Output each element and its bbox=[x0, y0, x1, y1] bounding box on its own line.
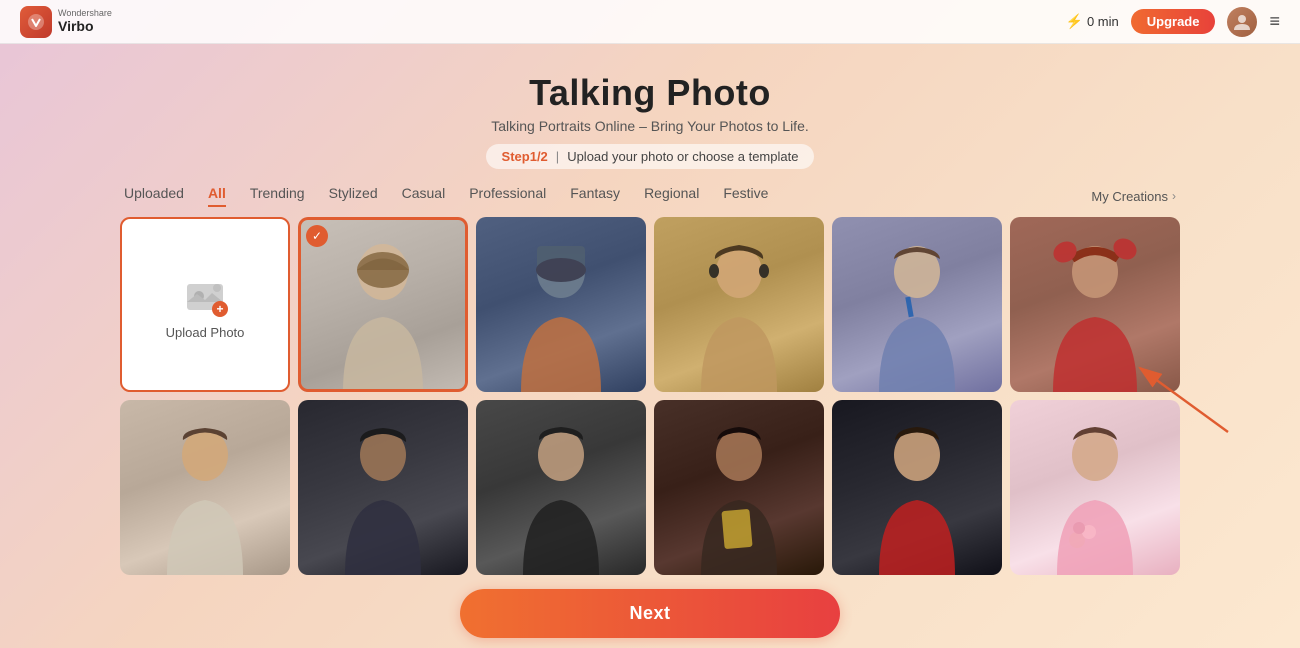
coin-count: 0 min bbox=[1087, 14, 1119, 29]
photo-item-6[interactable] bbox=[120, 400, 290, 575]
my-creations-label: My Creations bbox=[1091, 189, 1168, 204]
step-description: Upload your photo or choose a template bbox=[567, 149, 798, 164]
tab-uploaded[interactable]: Uploaded bbox=[124, 185, 184, 207]
next-button-wrapper: Next bbox=[120, 589, 1180, 638]
photo-item-10[interactable] bbox=[832, 400, 1002, 575]
page-title: Talking Photo bbox=[529, 72, 771, 114]
tab-stylized[interactable]: Stylized bbox=[329, 185, 378, 207]
logo-area: Wondershare Virbo bbox=[20, 6, 112, 38]
photo-item-5[interactable] bbox=[1010, 217, 1180, 392]
upload-label: Upload Photo bbox=[166, 325, 245, 340]
selected-check-icon: ✓ bbox=[306, 225, 328, 247]
tab-fantasy[interactable]: Fantasy bbox=[570, 185, 620, 207]
coin-icon: ⚡ bbox=[1066, 13, 1083, 30]
next-button[interactable]: Next bbox=[460, 589, 840, 638]
photo-item-1[interactable]: ✓ bbox=[298, 217, 468, 392]
tab-casual[interactable]: Casual bbox=[402, 185, 446, 207]
upload-photo-cell[interactable]: + Upload Photo bbox=[120, 217, 290, 392]
photo-item-3[interactable] bbox=[654, 217, 824, 392]
photo-grid: + Upload Photo ✓ bbox=[120, 217, 1180, 575]
step-bar: Step1/2 | Upload your photo or choose a … bbox=[486, 144, 815, 169]
tab-regional[interactable]: Regional bbox=[644, 185, 699, 207]
step-label: Step1/2 bbox=[502, 149, 548, 164]
tabs-row: Uploaded All Trending Stylized Casual Pr… bbox=[120, 185, 1180, 207]
tab-all[interactable]: All bbox=[208, 185, 226, 207]
tabs-left: Uploaded All Trending Stylized Casual Pr… bbox=[124, 185, 768, 207]
step-divider: | bbox=[556, 149, 559, 164]
tab-festive[interactable]: Festive bbox=[723, 185, 768, 207]
photo-item-4[interactable] bbox=[832, 217, 1002, 392]
main-content: Talking Photo Talking Portraits Online –… bbox=[0, 44, 1300, 638]
my-creations-link[interactable]: My Creations › bbox=[1091, 189, 1176, 204]
chevron-right-icon: › bbox=[1172, 189, 1176, 203]
coin-badge: ⚡ 0 min bbox=[1066, 13, 1119, 30]
upgrade-button[interactable]: Upgrade bbox=[1131, 9, 1216, 34]
upload-plus-icon: + bbox=[212, 301, 228, 317]
photo-item-11[interactable] bbox=[1010, 400, 1180, 575]
tab-professional[interactable]: Professional bbox=[469, 185, 546, 207]
photo-item-7[interactable] bbox=[298, 400, 468, 575]
logo-icon bbox=[20, 6, 52, 38]
page-subtitle: Talking Portraits Online – Bring Your Ph… bbox=[491, 118, 809, 134]
app-header: Wondershare Virbo ⚡ 0 min Upgrade ≡ bbox=[0, 0, 1300, 44]
photo-item-9[interactable] bbox=[654, 400, 824, 575]
header-right: ⚡ 0 min Upgrade ≡ bbox=[1066, 7, 1280, 37]
upload-icon: + bbox=[180, 269, 230, 319]
photo-item-8[interactable] bbox=[476, 400, 646, 575]
photo-item-2[interactable] bbox=[476, 217, 646, 392]
menu-icon[interactable]: ≡ bbox=[1269, 11, 1280, 32]
app-name: Virbo bbox=[58, 19, 112, 34]
user-avatar[interactable] bbox=[1227, 7, 1257, 37]
logo-text: Wondershare Virbo bbox=[58, 9, 112, 34]
tab-trending[interactable]: Trending bbox=[250, 185, 305, 207]
